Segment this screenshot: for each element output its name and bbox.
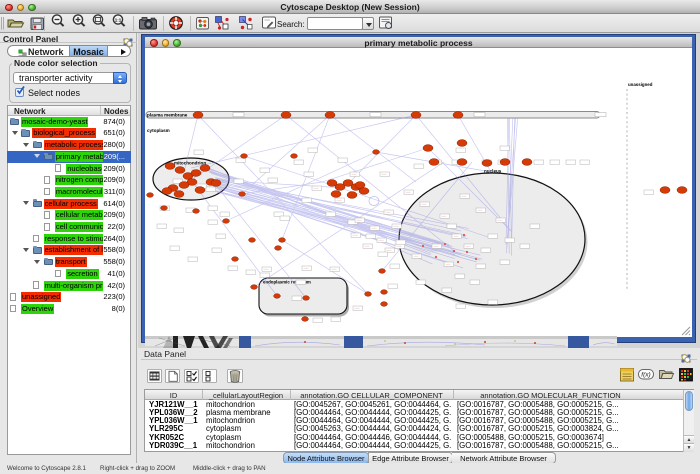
svg-text:mitochondrion: mitochondrion — [174, 161, 206, 166]
svg-text:f(x): f(x) — [641, 371, 650, 378]
svg-text:plasma membrane: plasma membrane — [147, 113, 188, 118]
svg-text:cytoplasm: cytoplasm — [147, 128, 170, 133]
svg-text:unassigned: unassigned — [628, 82, 653, 87]
